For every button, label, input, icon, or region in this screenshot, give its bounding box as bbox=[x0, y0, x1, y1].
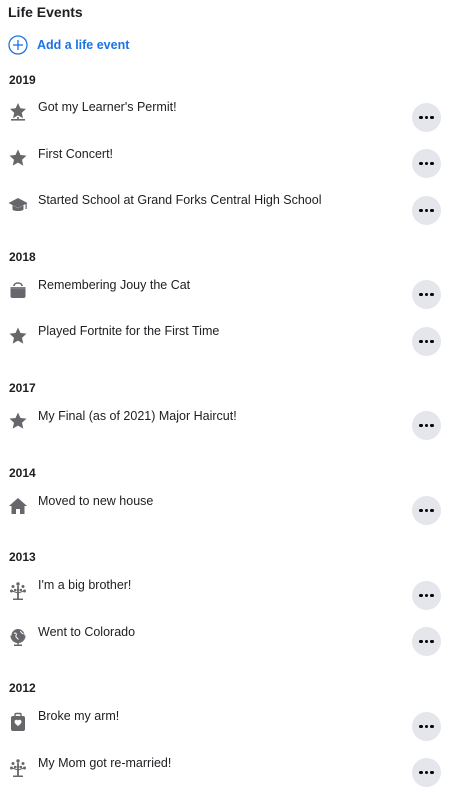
year-heading-2013: 2013 bbox=[9, 550, 36, 564]
year-heading-2018: 2018 bbox=[9, 250, 36, 264]
family-tree-icon bbox=[8, 581, 28, 601]
add-life-event-label: Add a life event bbox=[37, 38, 130, 52]
life-event-label[interactable]: Went to Colorado bbox=[38, 625, 135, 639]
life-event-label[interactable]: Played Fortnite for the First Time bbox=[38, 324, 219, 338]
plus-circle-icon bbox=[8, 35, 28, 55]
life-event-label[interactable]: Got my Learner's Permit! bbox=[38, 100, 177, 114]
more-options-button[interactable] bbox=[412, 627, 441, 656]
life-event-label[interactable]: Started School at Grand Forks Central Hi… bbox=[38, 193, 321, 207]
year-heading-2017: 2017 bbox=[9, 381, 36, 395]
more-options-button[interactable] bbox=[412, 496, 441, 525]
year-heading-2019: 2019 bbox=[9, 73, 36, 87]
graduation-cap-icon bbox=[8, 195, 28, 215]
house-icon bbox=[8, 496, 28, 516]
star-icon bbox=[8, 148, 28, 168]
life-event-label[interactable]: Broke my arm! bbox=[38, 709, 119, 723]
life-event-label[interactable]: My Final (as of 2021) Major Haircut! bbox=[38, 409, 237, 423]
star-pin-icon bbox=[8, 102, 28, 122]
globe-icon bbox=[8, 627, 28, 647]
star-icon bbox=[8, 411, 28, 431]
more-options-button[interactable] bbox=[412, 149, 441, 178]
more-options-button[interactable] bbox=[412, 581, 441, 610]
year-heading-2012: 2012 bbox=[9, 681, 36, 695]
life-event-label[interactable]: Moved to new house bbox=[38, 494, 153, 508]
more-options-button[interactable] bbox=[412, 758, 441, 787]
life-event-label[interactable]: Remembering Jouy the Cat bbox=[38, 278, 190, 292]
add-life-event-button[interactable]: Add a life event bbox=[8, 35, 129, 55]
more-options-button[interactable] bbox=[412, 411, 441, 440]
more-options-button[interactable] bbox=[412, 712, 441, 741]
more-options-button[interactable] bbox=[412, 327, 441, 356]
year-heading-2014: 2014 bbox=[9, 466, 36, 480]
more-options-button[interactable] bbox=[412, 280, 441, 309]
life-event-label[interactable]: First Concert! bbox=[38, 147, 113, 161]
life-event-label[interactable]: My Mom got re-married! bbox=[38, 756, 171, 770]
pet-carrier-icon bbox=[8, 280, 28, 300]
medical-kit-icon bbox=[8, 712, 28, 732]
more-options-button[interactable] bbox=[412, 196, 441, 225]
more-options-button[interactable] bbox=[412, 103, 441, 132]
life-event-label[interactable]: I'm a big brother! bbox=[38, 578, 131, 592]
family-tree-icon bbox=[8, 758, 28, 778]
life-events-panel: Life Events Add a life event 2019 2018 2… bbox=[0, 0, 457, 795]
section-title: Life Events bbox=[8, 4, 83, 20]
star-icon bbox=[8, 326, 28, 346]
